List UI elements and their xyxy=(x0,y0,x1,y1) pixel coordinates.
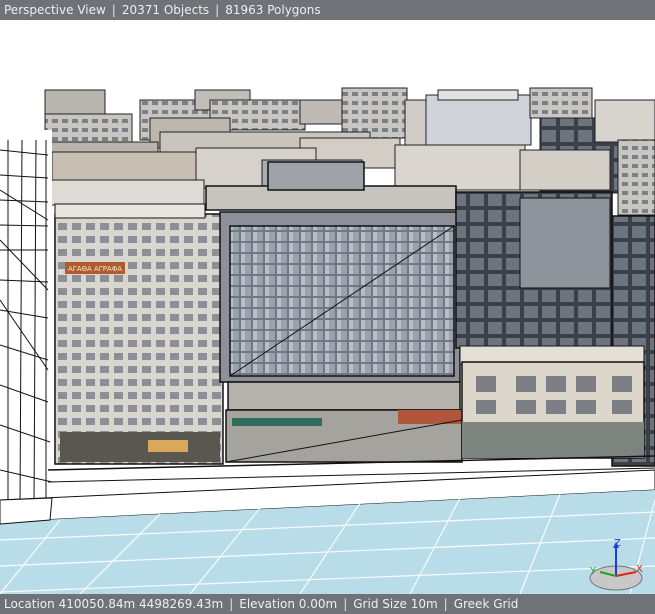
separator: | xyxy=(229,597,234,611)
object-count: 20371 Objects xyxy=(121,3,210,17)
polygon-count: 81963 Polygons xyxy=(225,3,321,17)
wireframe-grid-left xyxy=(0,130,53,510)
coordinate-system[interactable]: Greek Grid xyxy=(454,594,519,614)
building-right-lower xyxy=(459,345,645,459)
3d-viewport[interactable]: Perspective View | 20371 Objects | 81963… xyxy=(0,0,655,614)
axis-gizmo[interactable]: Z X Y xyxy=(586,536,646,594)
z-label: Z xyxy=(614,538,621,549)
shop-sign-text: ΑΓΑΘΑ ΑΓΡΑΦΑ xyxy=(68,265,122,273)
separator: | xyxy=(111,3,116,17)
elevation-readout: Elevation 0.00m xyxy=(239,597,338,611)
separator: | xyxy=(343,597,348,611)
separator: | xyxy=(443,597,448,611)
building-center xyxy=(205,161,463,463)
grid-size-readout: Grid Size 10m xyxy=(353,597,438,611)
scene-render[interactable]: ΑΓΑΘΑ ΑΓΡΑΦΑ xyxy=(0,20,655,594)
building-left: ΑΓΑΘΑ ΑΓΡΑΦΑ xyxy=(54,203,224,465)
status-bar: Location 410050.84m 4498269.43m | Elevat… xyxy=(0,594,655,614)
viewport-header: Perspective View | 20371 Objects | 81963… xyxy=(0,0,655,20)
view-name: Perspective View xyxy=(4,3,106,17)
x-label: X xyxy=(636,564,643,575)
location-readout: Location 410050.84m 4498269.43m xyxy=(4,597,224,611)
y-label: Y xyxy=(589,566,597,577)
separator: | xyxy=(215,3,220,17)
